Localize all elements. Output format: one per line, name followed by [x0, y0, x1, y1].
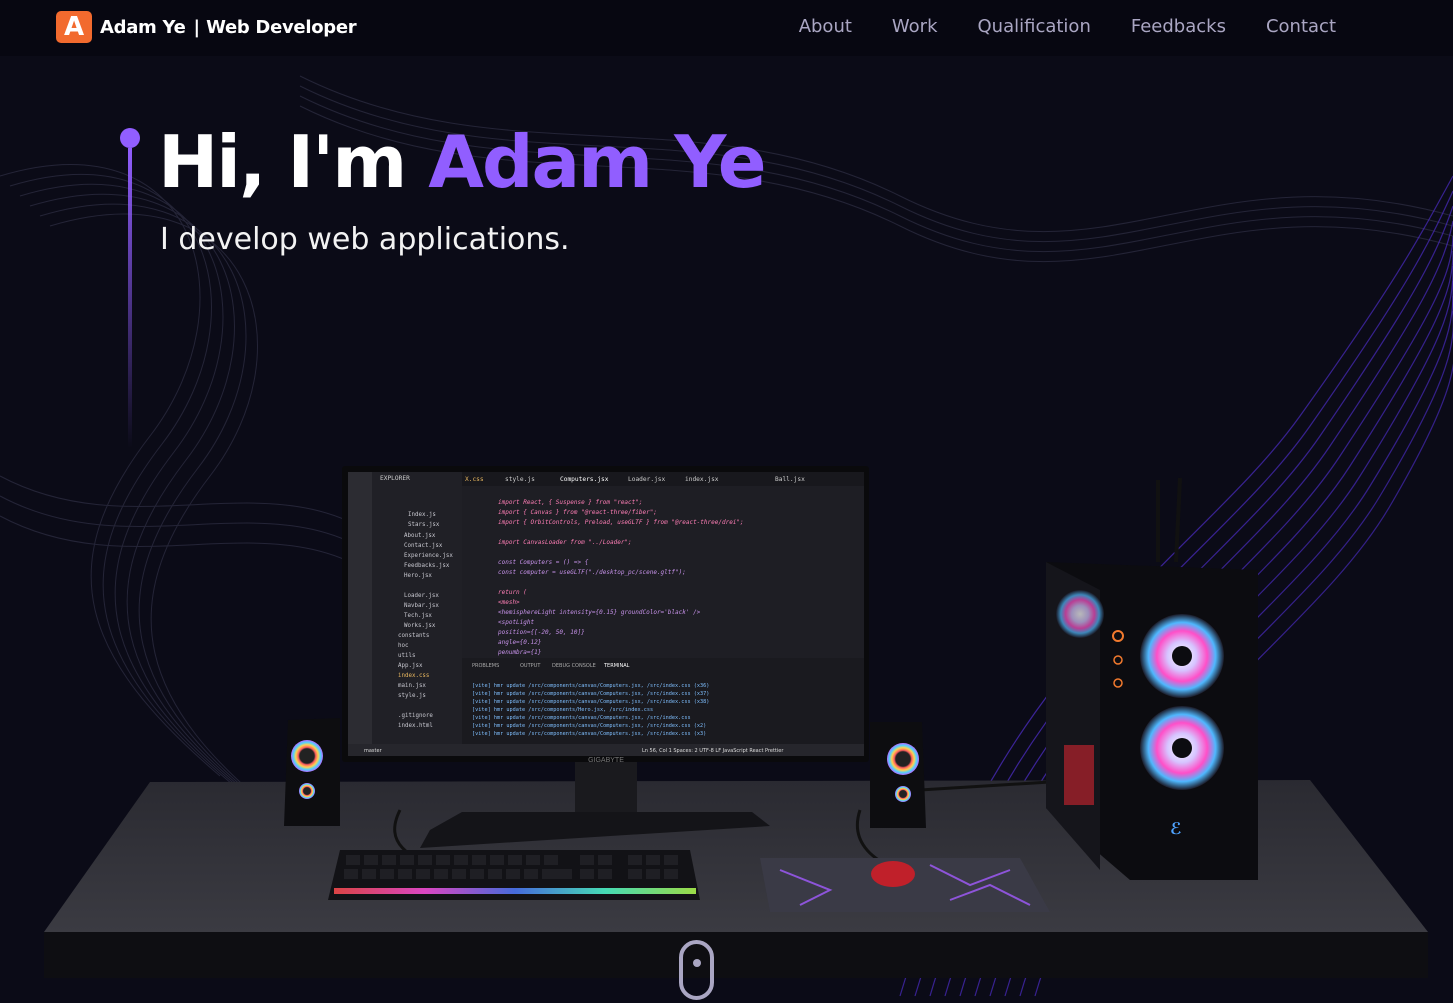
code-line: angle={0.12}	[498, 639, 541, 646]
desktop-pc-scene[interactable]: GIGABYTE EXPLORER X.css style.js Compute…	[0, 440, 1453, 1003]
nav-link-about[interactable]: About	[799, 16, 852, 37]
nav-link-contact[interactable]: Contact	[1266, 16, 1336, 37]
status-left: master	[364, 748, 383, 754]
code-line: import { Canvas } from "@react-three/fib…	[498, 509, 657, 516]
brand-name: Adam Ye	[100, 16, 186, 38]
hero-title: Hi, I'm Adam Ye	[158, 120, 767, 204]
explorer-title: EXPLORER	[380, 475, 410, 482]
hero-name: Adam Ye	[428, 120, 766, 204]
code-line: penumbra={1}	[498, 649, 541, 656]
explorer-file: .gitignore	[398, 713, 433, 719]
explorer-file: About.jsx	[404, 533, 436, 539]
code-line: import CanvasLoader from "../Loader";	[498, 539, 632, 546]
top-navbar: A Adam Ye | Web Developer About Work Qua…	[0, 0, 1453, 56]
code-line: <mesh>	[498, 599, 520, 606]
code-line: <hemisphereLight intensity={0.15} ground…	[498, 609, 701, 616]
monitor-neck	[575, 760, 637, 812]
mouse	[871, 861, 915, 887]
explorer-file: utils	[398, 653, 415, 659]
terminal-line: [vite] hmr update /src/components/canvas…	[472, 715, 691, 721]
nav-link-feedbacks[interactable]: Feedbacks	[1131, 16, 1226, 37]
panel-tab: DEBUG CONSOLE	[552, 663, 596, 669]
explorer-file: hoc	[398, 643, 408, 649]
editor-tab: X.css	[465, 476, 484, 483]
nav-link-work[interactable]: Work	[892, 16, 938, 37]
explorer-file: Stars.jsx	[408, 522, 440, 528]
explorer-file: Index.js	[408, 512, 436, 518]
status-right: Ln 56, Col 1 Spaces: 2 UTF-8 LF JavaScri…	[642, 748, 784, 754]
scroll-down-indicator[interactable]	[679, 940, 714, 1000]
code-line: return (	[498, 589, 527, 596]
explorer-file: Works.jsx	[404, 623, 436, 629]
terminal-line: [vite] hmr update /src/components/canvas…	[472, 683, 709, 689]
explorer-file: Navbar.jsx	[404, 603, 439, 609]
terminal-line: [vite] hmr update /src/components/canvas…	[472, 691, 709, 697]
explorer-file: main.jsx	[398, 683, 426, 689]
code-line: position={[-20, 50, 10]}	[498, 629, 585, 636]
brand-link[interactable]: A Adam Ye | Web Developer	[56, 11, 357, 43]
terminal-line: [vite] hmr update /src/components/Hero.j…	[472, 707, 653, 713]
explorer-file: Hero.jsx	[404, 573, 432, 579]
accent-dot	[120, 128, 140, 148]
left-speaker	[284, 718, 340, 826]
explorer-file: index.css	[398, 673, 429, 679]
explorer-file: Tech.jsx	[404, 613, 432, 619]
accent-bar	[128, 148, 132, 448]
explorer-file: constants	[398, 633, 429, 639]
explorer-file: Experience.jsx	[404, 553, 453, 559]
explorer-file: Loader.jsx	[404, 593, 439, 599]
terminal-line: [vite] hmr update /src/components/canvas…	[472, 723, 706, 729]
nav-links: About Work Qualification Feedbacks Conta…	[799, 16, 1336, 37]
tower-logo-icon: ℰ	[1170, 819, 1182, 838]
editor-tab: Ball.jsx	[775, 476, 805, 483]
panel-tab: OUTPUT	[520, 663, 541, 669]
code-line: import React, { Suspense } from "react";	[498, 499, 643, 506]
editor-tab: index.jsx	[685, 476, 719, 483]
panel-tab: PROBLEMS	[472, 663, 499, 669]
panel-tab: TERMINAL	[603, 663, 630, 669]
code-line: const computer = useGLTF("./desktop_pc/s…	[498, 569, 686, 576]
explorer-file: Contact.jsx	[404, 543, 443, 549]
terminal-line: [vite] hmr update /src/components/canvas…	[472, 699, 709, 705]
editor-tab: style.js	[505, 476, 535, 483]
hero-greeting: Hi, I'm	[158, 120, 407, 204]
code-line: import { OrbitControls, Preload, useGLTF…	[498, 519, 744, 526]
scroll-dot	[693, 959, 701, 967]
explorer-file: index.html	[398, 723, 433, 729]
keyboard	[328, 850, 700, 900]
code-line: <spotLight	[498, 619, 535, 626]
editor-tab: Computers.jsx	[560, 476, 609, 483]
explorer-file: style.js	[398, 693, 426, 699]
explorer-file: Feedbacks.jsx	[404, 563, 450, 569]
nav-link-qualification[interactable]: Qualification	[978, 16, 1091, 37]
code-line: const Computers = () => {	[498, 559, 589, 566]
logo-icon: A	[56, 11, 92, 43]
monitor-brand: GIGABYTE	[588, 757, 624, 764]
editor-tab: Loader.jsx	[628, 476, 666, 483]
desk-front	[44, 932, 1428, 978]
pc-tower: ℰ	[1046, 477, 1258, 880]
brand-separator: |	[193, 16, 201, 38]
terminal-line: [vite] hmr update /src/components/canvas…	[472, 731, 706, 737]
right-speaker	[870, 722, 926, 828]
explorer-file: App.jsx	[398, 663, 423, 669]
brand-role: Web Developer	[206, 16, 357, 38]
hero-subtitle: I develop web applications.	[160, 222, 570, 257]
